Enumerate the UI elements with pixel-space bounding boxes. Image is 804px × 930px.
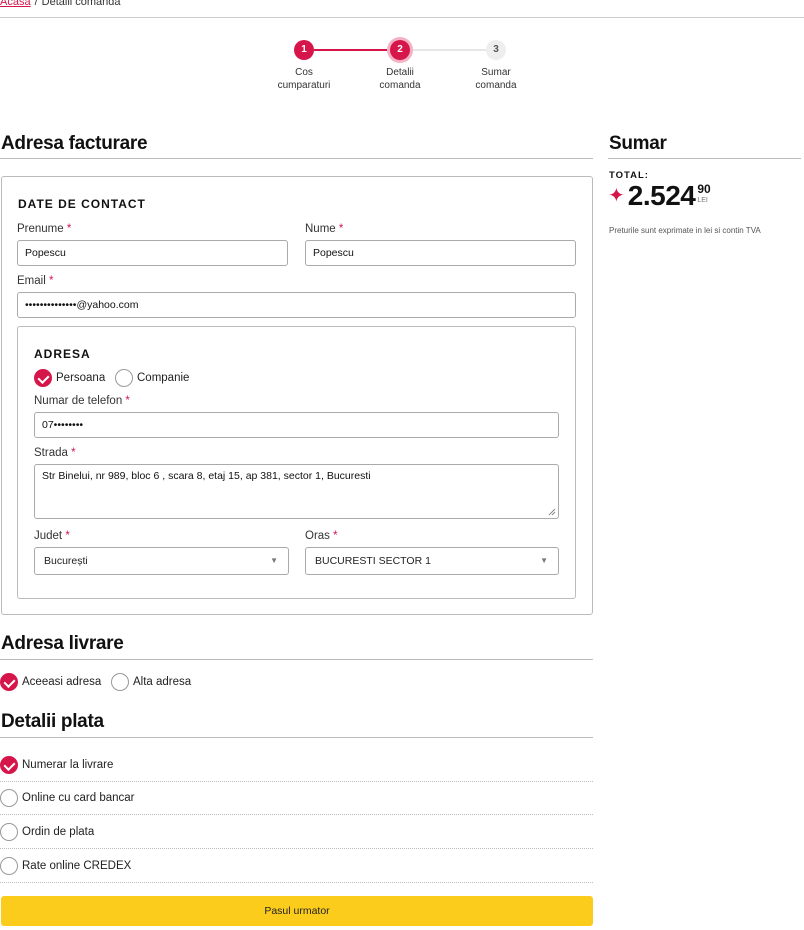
- type-person-option[interactable]: Persoana: [34, 369, 105, 387]
- top-divider: [0, 17, 804, 18]
- breadcrumb: Acasa / Detalii comanda: [0, 0, 121, 8]
- chevron-down-icon: ▼: [270, 556, 278, 565]
- contact-title: DATE DE CONTACT: [18, 197, 146, 211]
- county-value: București: [44, 555, 88, 567]
- phone-input[interactable]: 07••••••••: [34, 412, 559, 438]
- type-company-option[interactable]: Companie: [115, 369, 189, 387]
- radio-empty-icon: [0, 857, 18, 875]
- other-address-label: Alta adresa: [133, 676, 192, 688]
- payment-option-cash[interactable]: Numerar la livrare: [0, 756, 113, 774]
- radio-empty-icon: [0, 789, 18, 807]
- phone-label: Numar de telefon *: [34, 395, 130, 407]
- step-label: Sumar: [481, 67, 511, 78]
- payment-option-label: Ordin de plata: [22, 826, 95, 838]
- step-label-line2: comanda: [379, 80, 421, 91]
- step-number: 1: [294, 40, 314, 60]
- type-company-label: Companie: [137, 372, 190, 384]
- next-step-button[interactable]: Pasul urmator: [1, 896, 593, 926]
- county-select[interactable]: București ▼: [34, 547, 289, 575]
- check-icon: [34, 369, 52, 387]
- street-textarea[interactable]: Str Binelui, nr 989, bloc 6 , scara 8, e…: [34, 464, 559, 519]
- total-price: ✦ 2.524 90 LEI: [608, 181, 711, 211]
- first-name-input[interactable]: Popescu: [17, 240, 288, 266]
- payment-option-credex[interactable]: Rate online CREDEX: [0, 857, 131, 875]
- payment-separator: [0, 814, 593, 815]
- step-label-line2: comanda: [475, 80, 517, 91]
- radio-empty-icon: [115, 369, 133, 387]
- billing-divider: [0, 158, 593, 159]
- payment-separator: [0, 781, 593, 782]
- shipping-divider: [0, 659, 593, 660]
- total-currency: LEI: [697, 197, 708, 204]
- billing-title: Adresa facturare: [1, 133, 148, 154]
- step-label: Cos: [295, 67, 313, 78]
- check-icon: [0, 756, 18, 774]
- payment-option-transfer[interactable]: Ordin de plata: [0, 823, 94, 841]
- email-label: Email *: [17, 275, 54, 287]
- step-order-details: 2 Detalii comanda: [355, 40, 445, 92]
- city-value: BUCURESTI SECTOR 1: [315, 555, 431, 567]
- step-label: Detalii: [386, 67, 414, 78]
- payment-separator: [0, 882, 593, 883]
- street-label: Strada *: [34, 447, 76, 459]
- vat-note: Preturile sunt exprimate in lei si conti…: [609, 226, 761, 235]
- breadcrumb-home-link[interactable]: Acasa: [0, 0, 31, 8]
- last-name-label: Nume *: [305, 223, 344, 235]
- street-value: Str Binelui, nr 989, bloc 6 , scara 8, e…: [42, 470, 371, 482]
- same-address-label: Aceeasi adresa: [22, 676, 102, 688]
- check-icon: [0, 673, 18, 691]
- total-cents: 90: [697, 182, 711, 196]
- summary-title: Sumar: [609, 133, 667, 154]
- step-cart[interactable]: 1 Cos cumparaturi: [259, 40, 349, 92]
- city-select[interactable]: BUCURESTI SECTOR 1 ▼: [305, 547, 559, 575]
- payment-option-label: Online cu card bancar: [22, 792, 135, 804]
- step-label-line2: cumparaturi: [277, 80, 331, 91]
- total-integer: 2.524: [627, 180, 696, 211]
- radio-empty-icon: [0, 823, 18, 841]
- payment-option-label: Numerar la livrare: [22, 759, 114, 771]
- type-person-label: Persoana: [56, 372, 106, 384]
- radio-empty-icon: [111, 673, 129, 691]
- star-icon: ✦: [608, 185, 625, 207]
- chevron-down-icon: ▼: [540, 556, 548, 565]
- breadcrumb-current: Detalii comanda: [41, 0, 121, 8]
- payment-title: Detalii plata: [1, 711, 104, 732]
- address-title: ADRESA: [34, 347, 91, 361]
- last-name-input[interactable]: Popescu: [305, 240, 576, 266]
- first-name-label: Prenume *: [17, 223, 72, 235]
- other-address-option[interactable]: Alta adresa: [111, 673, 191, 691]
- step-number: 3: [486, 40, 506, 60]
- payment-divider: [0, 737, 593, 738]
- payment-option-card[interactable]: Online cu card bancar: [0, 789, 135, 807]
- same-address-option[interactable]: Aceeasi adresa: [0, 673, 101, 691]
- step-number: 2: [390, 40, 410, 60]
- breadcrumb-separator: /: [34, 0, 38, 8]
- payment-separator: [0, 848, 593, 849]
- payment-option-label: Rate online CREDEX: [22, 860, 132, 872]
- county-label: Judet *: [34, 530, 70, 542]
- city-label: Oras *: [305, 530, 338, 542]
- summary-divider: [608, 158, 801, 159]
- step-order-summary: 3 Sumar comanda: [451, 40, 541, 92]
- resize-handle-icon[interactable]: [548, 508, 556, 516]
- shipping-title: Adresa livrare: [1, 633, 124, 654]
- email-input[interactable]: ••••••••••••••@yahoo.com: [17, 292, 576, 318]
